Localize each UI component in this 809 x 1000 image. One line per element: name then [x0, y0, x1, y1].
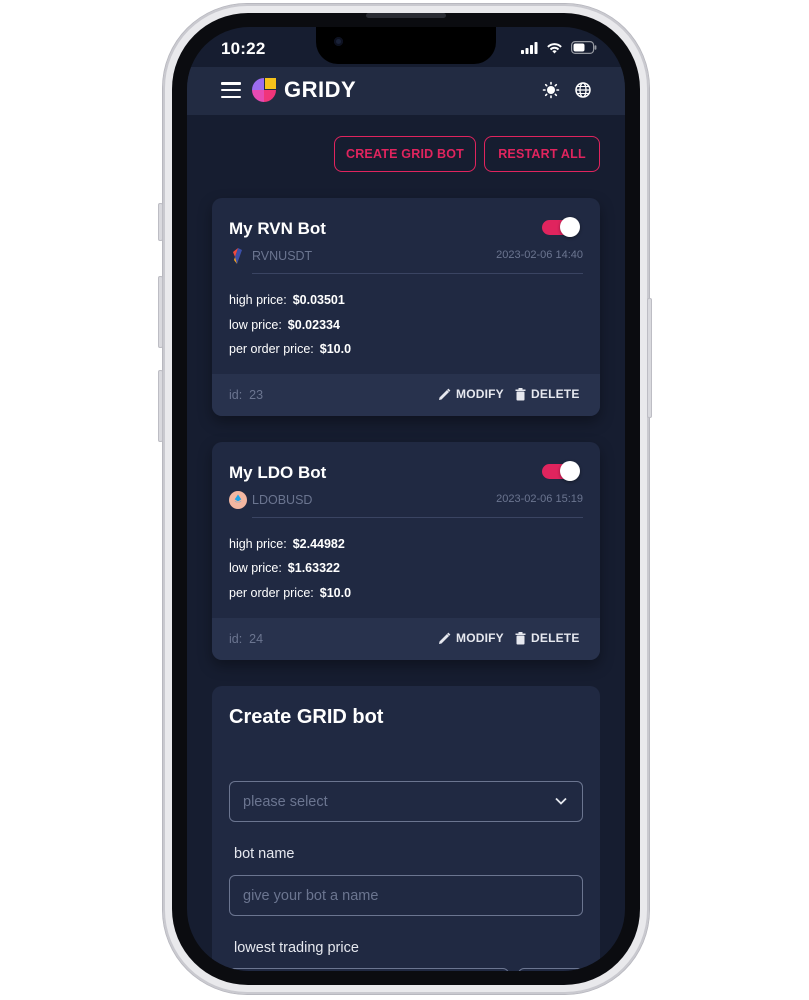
menu-icon[interactable] — [221, 82, 241, 99]
symbol-select[interactable]: please select — [229, 781, 583, 822]
low-price-value: $1.63322 — [287, 561, 340, 575]
mute-switch — [158, 203, 163, 241]
phone-screen: 10:22 GRIDY CREATE GRID BOT RESTART ALL … — [187, 27, 625, 971]
form-title: Create GRID bot — [229, 706, 384, 728]
brand-name: GRIDY — [284, 77, 357, 102]
status-icons — [521, 41, 597, 54]
bot-card: My RVN Bot RVNUSDT 2023-02-06 14:40 high… — [212, 198, 600, 416]
bot-enabled-toggle[interactable] — [542, 217, 580, 239]
create-grid-bot-button[interactable]: CREATE GRID BOT — [334, 136, 476, 172]
high-price-label: high price: — [229, 537, 287, 551]
theme-toggle-icon[interactable] — [542, 81, 560, 99]
modify-label: MODIFY — [456, 387, 504, 401]
modify-button[interactable]: MODIFY — [438, 631, 504, 645]
low-price-label: low price: — [229, 318, 282, 332]
low-price-row: low price: $0.02334 — [229, 318, 340, 332]
divider — [252, 273, 583, 274]
divider — [252, 517, 583, 518]
speaker — [366, 13, 446, 18]
per-order-price-value: $10.0 — [319, 342, 352, 356]
delete-button[interactable]: DELETE — [515, 387, 580, 401]
bot-id-label: id: — [229, 632, 243, 646]
delete-button[interactable]: DELETE — [515, 631, 580, 645]
front-camera — [334, 37, 343, 46]
symbol-select-placeholder: please select — [243, 793, 328, 810]
cellular-signal-icon — [521, 41, 538, 54]
battery-icon — [571, 41, 597, 54]
low-price-row: low price: $1.63322 — [229, 561, 340, 575]
bot-name-placeholder: give your bot a name — [243, 887, 379, 904]
bot-name-input[interactable]: give your bot a name — [229, 875, 583, 916]
high-price-label: high price: — [229, 293, 287, 307]
language-globe-icon[interactable] — [574, 81, 592, 99]
status-time: 10:22 — [221, 39, 266, 58]
notch — [316, 27, 496, 64]
gridy-logo-icon — [252, 78, 276, 102]
pencil-icon — [439, 632, 451, 644]
lowest-price-unit-field[interactable] — [518, 968, 583, 971]
bot-card-footer: id: 24 MODIFY DELETE — [212, 618, 600, 660]
bot-card: My LDO Bot LDOBUSD 2023-02-06 15:19 high… — [212, 442, 600, 660]
volume-down-button — [158, 370, 163, 442]
high-price-row: high price: $2.44982 — [229, 537, 345, 551]
bot-name: My LDO Bot — [229, 463, 327, 482]
app-header: GRIDY — [187, 67, 625, 115]
lowest-trading-price-label: lowest trading price — [234, 940, 359, 956]
power-button — [647, 298, 652, 418]
bot-id-value: 24 — [249, 632, 264, 646]
per-order-price-label: per order price: — [229, 586, 314, 600]
delete-label: DELETE — [531, 387, 580, 401]
trading-pair: RVNUSDT — [252, 249, 313, 263]
bot-id-label: id: — [229, 388, 243, 402]
low-price-label: low price: — [229, 561, 282, 575]
low-price-value: $0.02334 — [287, 318, 340, 332]
modify-button[interactable]: MODIFY — [438, 387, 504, 401]
wifi-icon — [547, 42, 562, 53]
per-order-price-row: per order price: $10.0 — [229, 342, 351, 356]
trash-icon — [515, 387, 526, 400]
created-date: 2023-02-06 14:40 — [496, 249, 583, 261]
bot-name-label: bot name — [234, 846, 295, 862]
restart-all-button[interactable]: RESTART ALL — [484, 136, 600, 172]
bot-enabled-toggle[interactable] — [542, 461, 580, 483]
bot-id-value: 23 — [249, 388, 264, 402]
rvn-coin-icon — [233, 248, 242, 264]
high-price-value: $2.44982 — [292, 537, 345, 551]
per-order-price-label: per order price: — [229, 342, 314, 356]
trading-pair: LDOBUSD — [252, 493, 313, 507]
modify-label: MODIFY — [456, 631, 504, 645]
ldo-coin-icon — [229, 491, 247, 509]
bot-id: id: 23 — [229, 388, 263, 402]
delete-label: DELETE — [531, 631, 580, 645]
per-order-price-value: $10.0 — [319, 586, 352, 600]
created-date: 2023-02-06 15:19 — [496, 493, 583, 505]
high-price-value: $0.03501 — [292, 293, 345, 307]
bot-name: My RVN Bot — [229, 219, 326, 238]
trash-icon — [515, 631, 526, 644]
bot-card-footer: id: 23 MODIFY DELETE — [212, 374, 600, 416]
create-bot-form: Create GRID bot please select bot name g… — [212, 686, 600, 971]
high-price-row: high price: $0.03501 — [229, 293, 345, 307]
volume-up-button — [158, 276, 163, 348]
lowest-trading-price-input[interactable] — [229, 968, 509, 971]
pencil-icon — [439, 388, 451, 400]
chevron-down-icon — [555, 797, 567, 805]
per-order-price-row: per order price: $10.0 — [229, 586, 351, 600]
bot-id: id: 24 — [229, 632, 263, 646]
